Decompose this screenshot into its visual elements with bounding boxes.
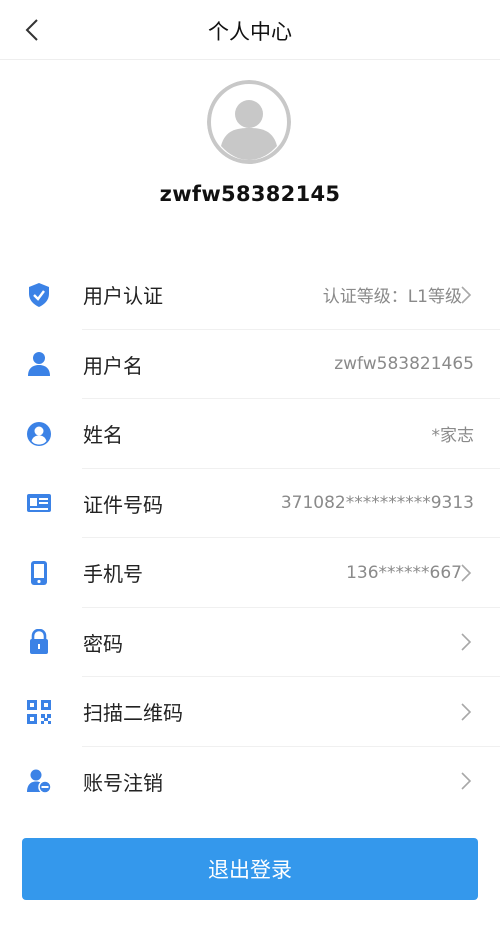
row-label: 密码 [83, 631, 123, 656]
chevron-right-icon [461, 564, 472, 582]
lock-icon [26, 629, 52, 655]
row-value: 认证等级：L1等级 [322, 287, 462, 308]
row-label: 姓名 [83, 423, 123, 448]
username: zwfw58382145 [159, 182, 341, 206]
row-label: 扫描二维码 [83, 701, 183, 726]
row-scan-qr[interactable]: 扫描二维码 [0, 677, 500, 747]
row-label: 用户认证 [83, 284, 163, 309]
header: 个人中心 [0, 0, 500, 60]
row-account-cancel[interactable]: 账号注销 [0, 747, 500, 817]
row-user-verification[interactable]: 用户认证 认证等级：L1等级 [0, 260, 500, 330]
page-title: 个人中心 [208, 20, 292, 44]
row-name[interactable]: 姓名 *家志 [0, 399, 500, 469]
user-cancel-icon [26, 768, 52, 794]
id-card-icon [26, 490, 52, 516]
row-label: 手机号 [83, 562, 143, 587]
row-label: 证件号码 [83, 492, 163, 517]
row-id-number[interactable]: 证件号码 371082**********9313 [0, 469, 500, 539]
row-username[interactable]: 用户名 zwfw583821465 [0, 330, 500, 400]
shield-check-icon [26, 282, 52, 308]
row-value: *家志 [431, 426, 475, 447]
phone-icon [26, 560, 52, 586]
person-circle-icon [26, 421, 52, 447]
row-value: 136******667 [346, 562, 462, 583]
user-icon [26, 351, 52, 377]
row-label: 用户名 [83, 353, 143, 378]
avatar-icon[interactable] [207, 80, 291, 164]
row-phone[interactable]: 手机号 136******667 [0, 538, 500, 608]
chevron-right-icon [461, 772, 472, 790]
row-label: 账号注销 [83, 770, 163, 795]
row-password[interactable]: 密码 [0, 608, 500, 678]
row-value: zwfw583821465 [334, 354, 474, 375]
chevron-right-icon [461, 286, 472, 304]
qr-code-icon [26, 699, 52, 725]
logout-button[interactable]: 退出登录 [22, 838, 478, 900]
profile-list: 用户认证 认证等级：L1等级 用户名 zwfw583821465 姓名 *家志 [0, 260, 500, 816]
chevron-right-icon [461, 703, 472, 721]
chevron-right-icon [461, 633, 472, 651]
row-value: 371082**********9313 [280, 493, 474, 514]
